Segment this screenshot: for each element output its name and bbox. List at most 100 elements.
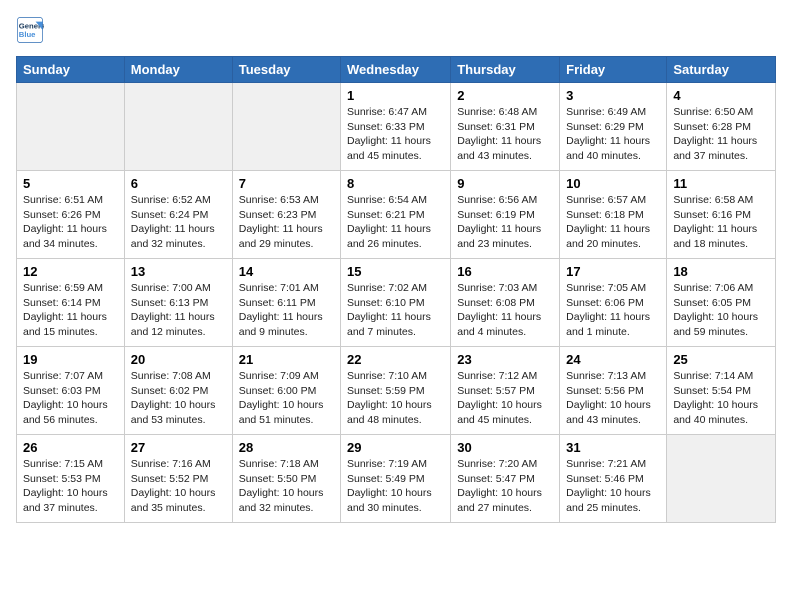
calendar-header-row: SundayMondayTuesdayWednesdayThursdayFrid… <box>17 57 776 83</box>
day-number: 3 <box>566 88 660 103</box>
logo-icon: General Blue <box>16 16 44 44</box>
day-info: Sunrise: 6:59 AM Sunset: 6:14 PM Dayligh… <box>23 281 118 340</box>
day-number: 19 <box>23 352 118 367</box>
day-number: 21 <box>239 352 334 367</box>
day-cell: 17 Sunrise: 7:05 AM Sunset: 6:06 PM Dayli… <box>560 259 667 347</box>
day-info: Sunrise: 7:18 AM Sunset: 5:50 PM Dayligh… <box>239 457 334 516</box>
col-header-tuesday: Tuesday <box>232 57 340 83</box>
day-info: Sunrise: 7:15 AM Sunset: 5:53 PM Dayligh… <box>23 457 118 516</box>
col-header-monday: Monday <box>124 57 232 83</box>
week-row-2: 5 Sunrise: 6:51 AM Sunset: 6:26 PM Daylig… <box>17 171 776 259</box>
day-cell: 4Sunrise: 6:50 AM Sunset: 6:28 PM Daylig… <box>667 83 776 171</box>
day-cell: 12 Sunrise: 6:59 AM Sunset: 6:14 PM Dayli… <box>17 259 125 347</box>
day-number: 13 <box>131 264 226 279</box>
day-info: Sunrise: 7:16 AM Sunset: 5:52 PM Dayligh… <box>131 457 226 516</box>
col-header-sunday: Sunday <box>17 57 125 83</box>
day-info: Sunrise: 7:06 AM Sunset: 6:05 PM Dayligh… <box>673 281 769 340</box>
day-cell: 25 Sunrise: 7:14 AM Sunset: 5:54 PM Dayli… <box>667 347 776 435</box>
day-info: Sunrise: 7:00 AM Sunset: 6:13 PM Dayligh… <box>131 281 226 340</box>
day-info: Sunrise: 7:02 AM Sunset: 6:10 PM Dayligh… <box>347 281 444 340</box>
day-info: Sunrise: 6:54 AM Sunset: 6:21 PM Dayligh… <box>347 193 444 252</box>
svg-text:Blue: Blue <box>19 30 36 39</box>
day-number: 2 <box>457 88 553 103</box>
day-info: Sunrise: 6:57 AM Sunset: 6:18 PM Dayligh… <box>566 193 660 252</box>
day-info: Sunrise: 6:47 AM Sunset: 6:33 PM Dayligh… <box>347 105 444 164</box>
day-number: 6 <box>131 176 226 191</box>
day-cell: 27 Sunrise: 7:16 AM Sunset: 5:52 PM Dayli… <box>124 435 232 523</box>
day-number: 31 <box>566 440 660 455</box>
day-cell: 20 Sunrise: 7:08 AM Sunset: 6:02 PM Dayli… <box>124 347 232 435</box>
day-number: 9 <box>457 176 553 191</box>
day-info: Sunrise: 6:52 AM Sunset: 6:24 PM Dayligh… <box>131 193 226 252</box>
day-cell: 26 Sunrise: 7:15 AM Sunset: 5:53 PM Dayli… <box>17 435 125 523</box>
day-cell: 8 Sunrise: 6:54 AM Sunset: 6:21 PM Daylig… <box>341 171 451 259</box>
day-cell: 3 Sunrise: 6:49 AM Sunset: 6:29 PM Daylig… <box>560 83 667 171</box>
day-cell: 28Sunrise: 7:18 AM Sunset: 5:50 PM Dayli… <box>232 435 340 523</box>
day-number: 10 <box>566 176 660 191</box>
day-info: Sunrise: 7:07 AM Sunset: 6:03 PM Dayligh… <box>23 369 118 428</box>
day-info: Sunrise: 6:51 AM Sunset: 6:26 PM Dayligh… <box>23 193 118 252</box>
day-number: 5 <box>23 176 118 191</box>
day-number: 26 <box>23 440 118 455</box>
day-info: Sunrise: 7:10 AM Sunset: 5:59 PM Dayligh… <box>347 369 444 428</box>
day-number: 24 <box>566 352 660 367</box>
day-cell: 10 Sunrise: 6:57 AM Sunset: 6:18 PM Dayli… <box>560 171 667 259</box>
week-row-3: 12 Sunrise: 6:59 AM Sunset: 6:14 PM Dayli… <box>17 259 776 347</box>
day-info: Sunrise: 6:49 AM Sunset: 6:29 PM Dayligh… <box>566 105 660 164</box>
day-cell: 9 Sunrise: 6:56 AM Sunset: 6:19 PM Daylig… <box>451 171 560 259</box>
day-info: Sunrise: 7:19 AM Sunset: 5:49 PM Dayligh… <box>347 457 444 516</box>
day-cell: 24 Sunrise: 7:13 AM Sunset: 5:56 PM Dayli… <box>560 347 667 435</box>
day-info: Sunrise: 7:14 AM Sunset: 5:54 PM Dayligh… <box>673 369 769 428</box>
day-info: Sunrise: 6:48 AM Sunset: 6:31 PM Dayligh… <box>457 105 553 164</box>
day-number: 20 <box>131 352 226 367</box>
day-number: 30 <box>457 440 553 455</box>
day-info: Sunrise: 6:58 AM Sunset: 6:16 PM Dayligh… <box>673 193 769 252</box>
day-cell: 21 Sunrise: 7:09 AM Sunset: 6:00 PM Dayli… <box>232 347 340 435</box>
logo: General Blue <box>16 16 48 44</box>
day-cell: 18 Sunrise: 7:06 AM Sunset: 6:05 PM Dayli… <box>667 259 776 347</box>
col-header-thursday: Thursday <box>451 57 560 83</box>
col-header-wednesday: Wednesday <box>341 57 451 83</box>
day-info: Sunrise: 6:56 AM Sunset: 6:19 PM Dayligh… <box>457 193 553 252</box>
day-cell: 2 Sunrise: 6:48 AM Sunset: 6:31 PM Daylig… <box>451 83 560 171</box>
col-header-saturday: Saturday <box>667 57 776 83</box>
day-info: Sunrise: 6:50 AM Sunset: 6:28 PM Dayligh… <box>673 105 769 164</box>
day-info: Sunrise: 7:12 AM Sunset: 5:57 PM Dayligh… <box>457 369 553 428</box>
day-info: Sunrise: 7:08 AM Sunset: 6:02 PM Dayligh… <box>131 369 226 428</box>
day-cell: 6 Sunrise: 6:52 AM Sunset: 6:24 PM Daylig… <box>124 171 232 259</box>
day-number: 23 <box>457 352 553 367</box>
day-cell: 22Sunrise: 7:10 AM Sunset: 5:59 PM Dayli… <box>341 347 451 435</box>
day-cell: 30Sunrise: 7:20 AM Sunset: 5:47 PM Dayli… <box>451 435 560 523</box>
day-cell: 16 Sunrise: 7:03 AM Sunset: 6:08 PM Dayli… <box>451 259 560 347</box>
day-cell: 31Sunrise: 7:21 AM Sunset: 5:46 PM Dayli… <box>560 435 667 523</box>
day-cell: 1Sunrise: 6:47 AM Sunset: 6:33 PM Daylig… <box>341 83 451 171</box>
week-row-5: 26 Sunrise: 7:15 AM Sunset: 5:53 PM Dayli… <box>17 435 776 523</box>
day-cell: 7Sunrise: 6:53 AM Sunset: 6:23 PM Daylig… <box>232 171 340 259</box>
day-cell: 5 Sunrise: 6:51 AM Sunset: 6:26 PM Daylig… <box>17 171 125 259</box>
day-number: 16 <box>457 264 553 279</box>
day-number: 17 <box>566 264 660 279</box>
day-cell: 23 Sunrise: 7:12 AM Sunset: 5:57 PM Dayli… <box>451 347 560 435</box>
day-number: 11 <box>673 176 769 191</box>
day-number: 25 <box>673 352 769 367</box>
day-number: 18 <box>673 264 769 279</box>
day-info: Sunrise: 7:05 AM Sunset: 6:06 PM Dayligh… <box>566 281 660 340</box>
day-info: Sunrise: 7:09 AM Sunset: 6:00 PM Dayligh… <box>239 369 334 428</box>
day-info: Sunrise: 7:13 AM Sunset: 5:56 PM Dayligh… <box>566 369 660 428</box>
day-cell: 13 Sunrise: 7:00 AM Sunset: 6:13 PM Dayli… <box>124 259 232 347</box>
day-number: 12 <box>23 264 118 279</box>
day-info: Sunrise: 7:01 AM Sunset: 6:11 PM Dayligh… <box>239 281 334 340</box>
day-info: Sunrise: 7:03 AM Sunset: 6:08 PM Dayligh… <box>457 281 553 340</box>
day-number: 8 <box>347 176 444 191</box>
day-cell <box>667 435 776 523</box>
day-info: Sunrise: 6:53 AM Sunset: 6:23 PM Dayligh… <box>239 193 334 252</box>
day-number: 27 <box>131 440 226 455</box>
day-cell: 15Sunrise: 7:02 AM Sunset: 6:10 PM Dayli… <box>341 259 451 347</box>
week-row-1: 1Sunrise: 6:47 AM Sunset: 6:33 PM Daylig… <box>17 83 776 171</box>
day-cell: 29Sunrise: 7:19 AM Sunset: 5:49 PM Dayli… <box>341 435 451 523</box>
week-row-4: 19 Sunrise: 7:07 AM Sunset: 6:03 PM Dayli… <box>17 347 776 435</box>
day-cell <box>232 83 340 171</box>
calendar: SundayMondayTuesdayWednesdayThursdayFrid… <box>16 56 776 523</box>
day-cell: 11 Sunrise: 6:58 AM Sunset: 6:16 PM Dayli… <box>667 171 776 259</box>
day-cell <box>17 83 125 171</box>
